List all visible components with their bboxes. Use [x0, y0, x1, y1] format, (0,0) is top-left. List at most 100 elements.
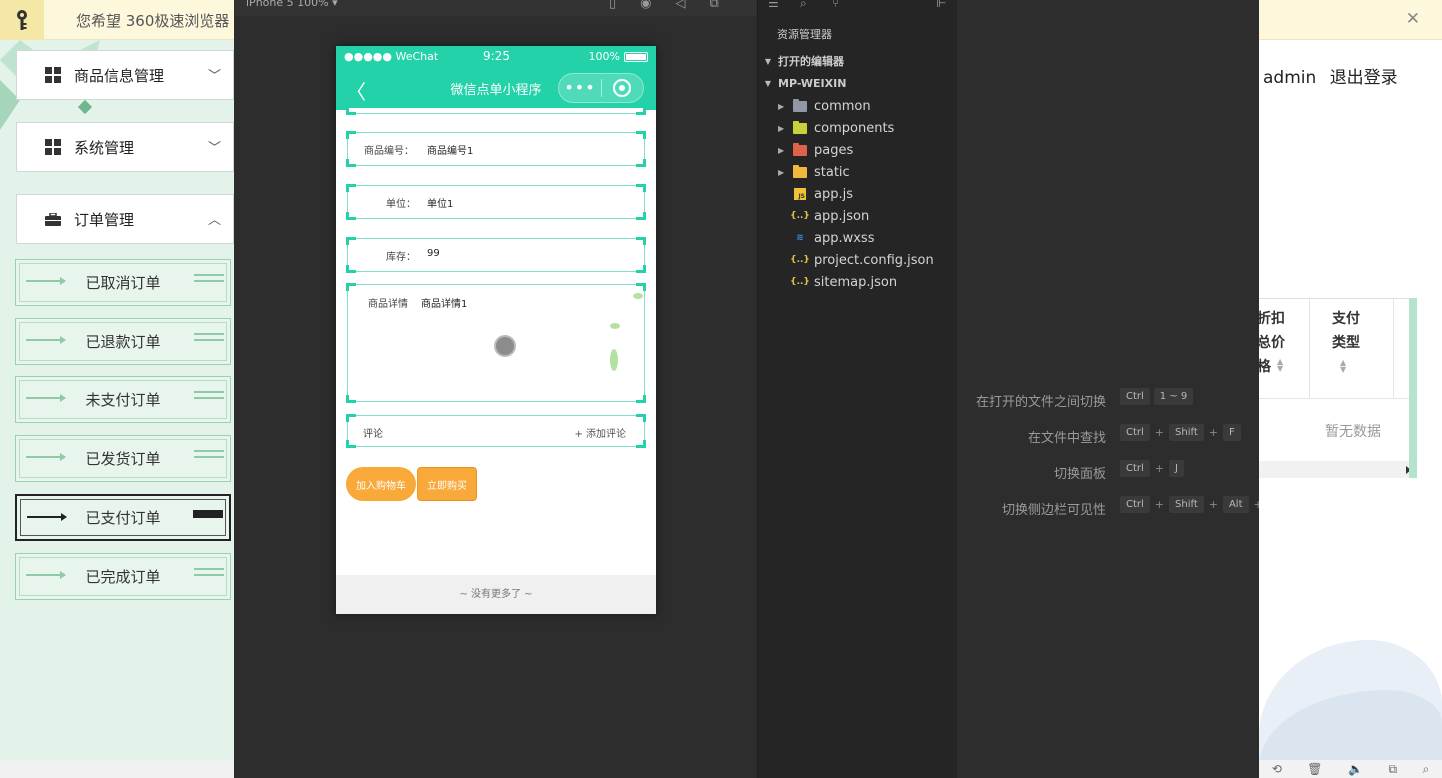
- tree-item[interactable]: {..} project.config.json: [758, 249, 958, 271]
- menu-group-product-info[interactable]: 商品信息管理 ﹀: [16, 50, 234, 100]
- shortcut-row: 在打开的文件之间切换 Ctrl 1 ~ 9: [957, 388, 1259, 410]
- column-header-payment-type[interactable]: 支付 类型 ▲ ▼: [1332, 307, 1360, 374]
- section-label: 打开的编辑器: [778, 55, 844, 68]
- shortcut-row: 切换侧边栏可见性Ctrl+Shift+Alt+B: [957, 496, 1287, 518]
- window-icon[interactable]: ⧉: [710, 0, 719, 11]
- device-select[interactable]: iPhone 5 100% ▾: [246, 0, 338, 9]
- column-header-discount-total[interactable]: 折扣 总价 格 ▲ ▼: [1259, 307, 1285, 379]
- tree-item-label: project.config.json: [814, 252, 934, 268]
- tree-item[interactable]: {..} sitemap.json: [758, 271, 958, 293]
- folder-icon: [792, 120, 808, 135]
- folder-icon: [792, 142, 808, 157]
- shortcut-row: 在文件中查找 Ctrl + Shift + F: [957, 424, 1259, 446]
- close-miniprogram-icon[interactable]: [613, 79, 631, 97]
- search-icon[interactable]: ⌕: [1423, 762, 1430, 777]
- admin-sidebar: 商品信息管理 ﹀ 系统管理 ﹀ 订单管理 ︿ 已取消订单 已退款订单 未支付订单…: [0, 40, 234, 760]
- simulator-toolbar: iPhone 5 100% ▾ ▯ ◉ ◁ ⧉: [234, 0, 757, 16]
- buy-now-button[interactable]: 立即购买: [417, 467, 477, 501]
- search-icon[interactable]: ⌕: [800, 0, 807, 11]
- sort-icon[interactable]: ▲ ▼: [1340, 359, 1360, 374]
- tree-item-label: static: [814, 164, 850, 180]
- record-icon[interactable]: ◉: [640, 0, 651, 11]
- tree-item[interactable]: ≋ app.wxss: [758, 227, 958, 249]
- field-label: 库存：: [386, 252, 416, 263]
- menu-item-completed-orders[interactable]: 已完成订单: [15, 553, 231, 600]
- caret-right-icon: ▶: [778, 123, 785, 133]
- field-value: 商品编号1: [427, 146, 474, 157]
- status-bar: ●●●●● WeChat 9:25 100%: [336, 46, 656, 66]
- trash-icon[interactable]: 🗑: [1307, 762, 1322, 776]
- key-cap: J: [1169, 460, 1184, 477]
- add-comment-link[interactable]: + 添加评论: [574, 425, 626, 440]
- logout-link[interactable]: 退出登录: [1330, 68, 1398, 88]
- tree-item[interactable]: ▶ common: [758, 95, 958, 117]
- leaf-decoration: [610, 349, 618, 371]
- key-cap: 1 ~ 9: [1153, 388, 1194, 405]
- menu-group-orders[interactable]: 订单管理 ︿: [16, 194, 234, 244]
- field-value: 商品详情1: [421, 299, 468, 310]
- shortcut-description: 在文件中查找: [1027, 431, 1106, 446]
- folder-icon: [792, 164, 808, 179]
- admin-page-right: admin 退出登录 折扣 总价 格 ▲ ▼ 支付 类型 ▲ ▼ 暂无数据: [1259, 40, 1442, 778]
- list-icon[interactable]: ☰: [768, 0, 779, 10]
- key-cap: Ctrl: [1120, 460, 1150, 477]
- sort-icon[interactable]: ▲ ▼: [1277, 358, 1283, 373]
- battery-icon: [624, 51, 648, 62]
- section-label: MP-WEIXIN: [778, 76, 847, 90]
- phone-icon[interactable]: ▯: [609, 0, 616, 11]
- tree-item-label: app.js: [814, 186, 853, 202]
- field-label: 商品详情: [368, 299, 408, 310]
- mini-program-capsule: •••: [558, 73, 644, 103]
- menu-group-system[interactable]: 系统管理 ﹀: [16, 122, 234, 172]
- refresh-icon[interactable]: ⟲: [1272, 762, 1282, 776]
- sound-icon[interactable]: ◁: [676, 0, 686, 11]
- menu-item-refunded-orders[interactable]: 已退款订单: [15, 318, 231, 365]
- chevron-up-icon: ︿: [207, 213, 221, 228]
- menu-item-shipped-orders[interactable]: 已发货订单: [15, 435, 231, 482]
- add-to-cart-button[interactable]: 加入购物车: [346, 467, 416, 501]
- project-section[interactable]: ▼ MP-WEIXIN: [758, 73, 958, 93]
- shortcut-description: 切换侧边栏可见性: [1001, 503, 1106, 518]
- tree-item-label: sitemap.json: [814, 274, 898, 290]
- menu-item-unpaid-orders[interactable]: 未支付订单: [15, 376, 231, 423]
- window-icon[interactable]: ⧉: [1388, 762, 1397, 777]
- grid-icon: [45, 67, 61, 83]
- table-edge-bar: [1409, 298, 1417, 478]
- debug-icon[interactable]: ⊩: [936, 0, 946, 10]
- explorer-title: 资源管理器: [777, 28, 832, 41]
- tree-item[interactable]: ▶ components: [758, 117, 958, 139]
- speaker-icon[interactable]: 🔈: [1348, 762, 1363, 776]
- menu-item-paid-orders[interactable]: 已支付订单: [15, 494, 231, 541]
- open-editors-section[interactable]: ▼ 打开的编辑器: [758, 51, 958, 71]
- tree-item[interactable]: {..} app.json: [758, 205, 958, 227]
- close-icon[interactable]: ✕: [1406, 9, 1420, 29]
- tree-item[interactable]: JS app.js: [758, 183, 958, 205]
- menu-item-cancelled-orders[interactable]: 已取消订单: [15, 259, 231, 306]
- carrier-text: ●●●●● WeChat: [344, 50, 439, 63]
- menu-group-label: 商品信息管理: [74, 66, 165, 85]
- tree-item[interactable]: ▶ static: [758, 161, 958, 183]
- key-cap: Alt: [1222, 496, 1249, 513]
- key-cap: Ctrl: [1120, 496, 1150, 513]
- json-file-icon: {..}: [790, 211, 810, 221]
- menu-group-label: 系统管理: [74, 138, 135, 157]
- caret-right-icon: ▶: [778, 101, 785, 111]
- editor-area: 在打开的文件之间切换 Ctrl 1 ~ 9 在文件中查找 Ctrl + Shift + F 切换面…: [957, 0, 1287, 778]
- key-cap: Ctrl: [1120, 424, 1150, 441]
- key-icon[interactable]: [0, 0, 44, 40]
- tree-item[interactable]: ▶ pages: [758, 139, 958, 161]
- briefcase-icon: [45, 211, 61, 226]
- menu-group-label: 订单管理: [74, 210, 135, 229]
- comment-row: 评论 + 添加评论: [346, 414, 646, 448]
- horizontal-scrollbar[interactable]: [1259, 461, 1417, 478]
- no-more-text: ~ 没有更多了 ~: [336, 575, 656, 614]
- touch-indicator: [494, 335, 516, 357]
- more-icon[interactable]: •••: [559, 74, 601, 102]
- shortcut-description: 切换面板: [1053, 467, 1106, 482]
- branch-icon[interactable]: ⑂: [832, 0, 839, 10]
- leaf-decoration: [610, 323, 620, 329]
- folder-icon: [792, 98, 808, 113]
- menu-item-label: 未支付订单: [85, 391, 161, 409]
- chevron-down-icon: ﹀: [207, 69, 221, 84]
- field-value: 单位1: [427, 199, 454, 210]
